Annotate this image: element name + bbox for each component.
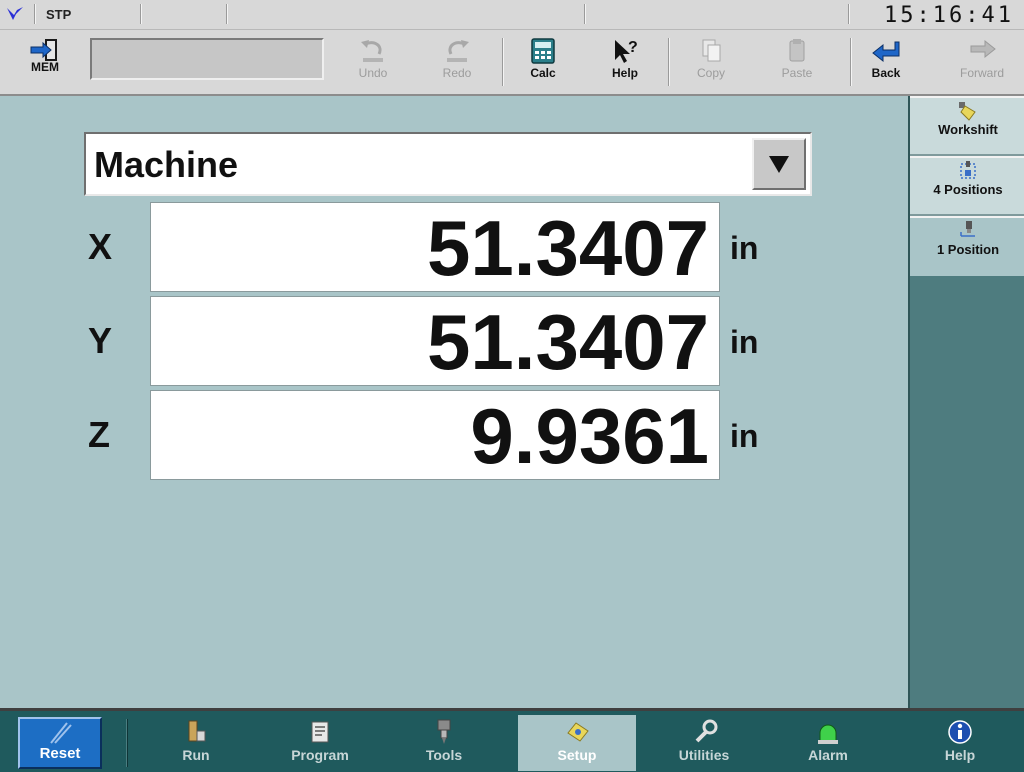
copy-button[interactable]: Copy: [678, 34, 744, 92]
tab-one-position[interactable]: 1 Position: [910, 216, 1024, 276]
toolbar: MEM Undo Redo Calc ? Help Copy Paste Bac…: [0, 30, 1024, 96]
undo-icon: [361, 40, 383, 62]
nav-utilities[interactable]: Utilities: [654, 715, 754, 771]
copy-label: Copy: [696, 66, 725, 80]
nav-run-label: Run: [182, 747, 210, 763]
redo-button[interactable]: Redo: [424, 34, 490, 92]
axis-row-x: X 51.3407 in: [84, 202, 804, 292]
back-label: Back: [871, 66, 901, 80]
status-divider: [140, 4, 142, 24]
nav-tools-label: Tools: [425, 747, 463, 763]
nav-setup[interactable]: Setup: [518, 715, 636, 771]
axis-value-box: 51.3407: [150, 296, 720, 386]
position-panel: Machine X 51.3407 in Y 51.3407 in Z 9.93…: [0, 96, 908, 708]
nav-tools[interactable]: Tools: [394, 715, 494, 771]
axis-unit: in: [730, 230, 759, 266]
alarm-light-icon: [818, 724, 838, 744]
toolbar-divider: [502, 38, 504, 86]
tab-workshift[interactable]: Workshift: [910, 96, 1024, 156]
calc-label: Calc: [530, 66, 556, 80]
status-divider: [34, 4, 36, 24]
tab-four-positions-label: 4 Positions: [933, 182, 1003, 197]
paste-icon: [789, 39, 805, 62]
machine-state-text: STP: [46, 7, 72, 22]
axis-unit: in: [730, 324, 759, 360]
tab-workshift-label: Workshift: [938, 122, 998, 137]
toolbar-divider: [668, 38, 670, 86]
axis-value: 51.3407: [427, 204, 709, 292]
axis-row-y: Y 51.3407 in: [84, 296, 804, 386]
axis-row-z: Z 9.9361 in: [84, 390, 804, 480]
nav-program[interactable]: Program: [270, 715, 370, 771]
bottom-navigation: Reset Run Program Tools Setup Utilities …: [0, 708, 1024, 772]
four-positions-icon: [960, 161, 976, 179]
reset-icon: [50, 722, 72, 744]
forward-button[interactable]: Forward: [944, 34, 1020, 92]
setup-icon: [567, 722, 589, 742]
forward-label: Forward: [959, 66, 1004, 80]
paste-button[interactable]: Paste: [764, 34, 830, 92]
axis-label: Y: [88, 320, 113, 361]
axis-value: 51.3407: [427, 298, 709, 386]
toolbar-divider: [850, 38, 852, 86]
svg-text:?: ?: [628, 39, 638, 56]
triangle-down-icon: [769, 156, 789, 173]
help-toolbar-label: Help: [611, 66, 638, 80]
copy-icon: [702, 39, 721, 62]
axis-label: Z: [88, 414, 110, 455]
undo-button[interactable]: Undo: [340, 34, 406, 92]
status-divider: [226, 4, 228, 24]
nav-alarm[interactable]: Alarm: [778, 715, 878, 771]
help-pointer-icon: ?: [615, 39, 638, 63]
redo-label: Redo: [442, 66, 472, 80]
coordinate-system-value: Machine: [94, 144, 239, 185]
calc-button[interactable]: Calc: [510, 34, 576, 92]
axis-value: 9.9361: [470, 392, 709, 480]
reset-label: Reset: [39, 745, 81, 762]
clock-display: 15:16:41: [884, 3, 1014, 28]
axis-value-box: 9.9361: [150, 390, 720, 480]
axis-unit: in: [730, 418, 759, 454]
status-strip: STP 15:16:41: [0, 0, 1024, 30]
nav-help-label: Help: [944, 747, 976, 763]
calculator-icon: [531, 38, 555, 64]
nav-help[interactable]: Help: [910, 715, 1010, 771]
tools-icon: [437, 719, 451, 744]
redo-icon: [447, 40, 469, 62]
help-toolbar-button[interactable]: ? Help: [592, 34, 658, 92]
nav-divider: [126, 719, 128, 767]
status-divider: [848, 4, 850, 24]
coordinate-system-select[interactable]: Machine: [84, 132, 812, 196]
nav-alarm-label: Alarm: [808, 747, 848, 763]
mem-label: MEM: [31, 60, 59, 74]
wrench-icon: [695, 719, 718, 743]
one-position-icon: [960, 221, 975, 237]
program-icon: [311, 721, 329, 743]
vendor-logo-icon: [7, 7, 23, 20]
position-view-tabs: Workshift 4 Positions 1 Position: [908, 96, 1024, 708]
axis-label: X: [88, 226, 113, 267]
reset-button[interactable]: Reset: [18, 717, 102, 769]
status-divider: [584, 4, 586, 24]
coordinate-dropdown-button[interactable]: [752, 138, 806, 190]
info-icon: [948, 720, 972, 744]
back-arrow-icon: [872, 41, 900, 63]
paste-label: Paste: [781, 66, 813, 80]
workshift-icon: [959, 102, 976, 121]
nav-setup-label: Setup: [557, 747, 597, 763]
mem-input-field[interactable]: [90, 38, 324, 80]
mem-button[interactable]: MEM: [10, 34, 80, 92]
forward-arrow-icon: [970, 39, 996, 59]
nav-utilities-label: Utilities: [678, 747, 730, 763]
run-icon: [188, 720, 206, 742]
nav-run[interactable]: Run: [146, 715, 246, 771]
axis-value-box: 51.3407: [150, 202, 720, 292]
tab-four-positions[interactable]: 4 Positions: [910, 156, 1024, 216]
back-button[interactable]: Back: [856, 34, 916, 92]
nav-program-label: Program: [291, 747, 349, 763]
undo-label: Undo: [358, 66, 388, 80]
tab-one-position-label: 1 Position: [936, 242, 1000, 257]
